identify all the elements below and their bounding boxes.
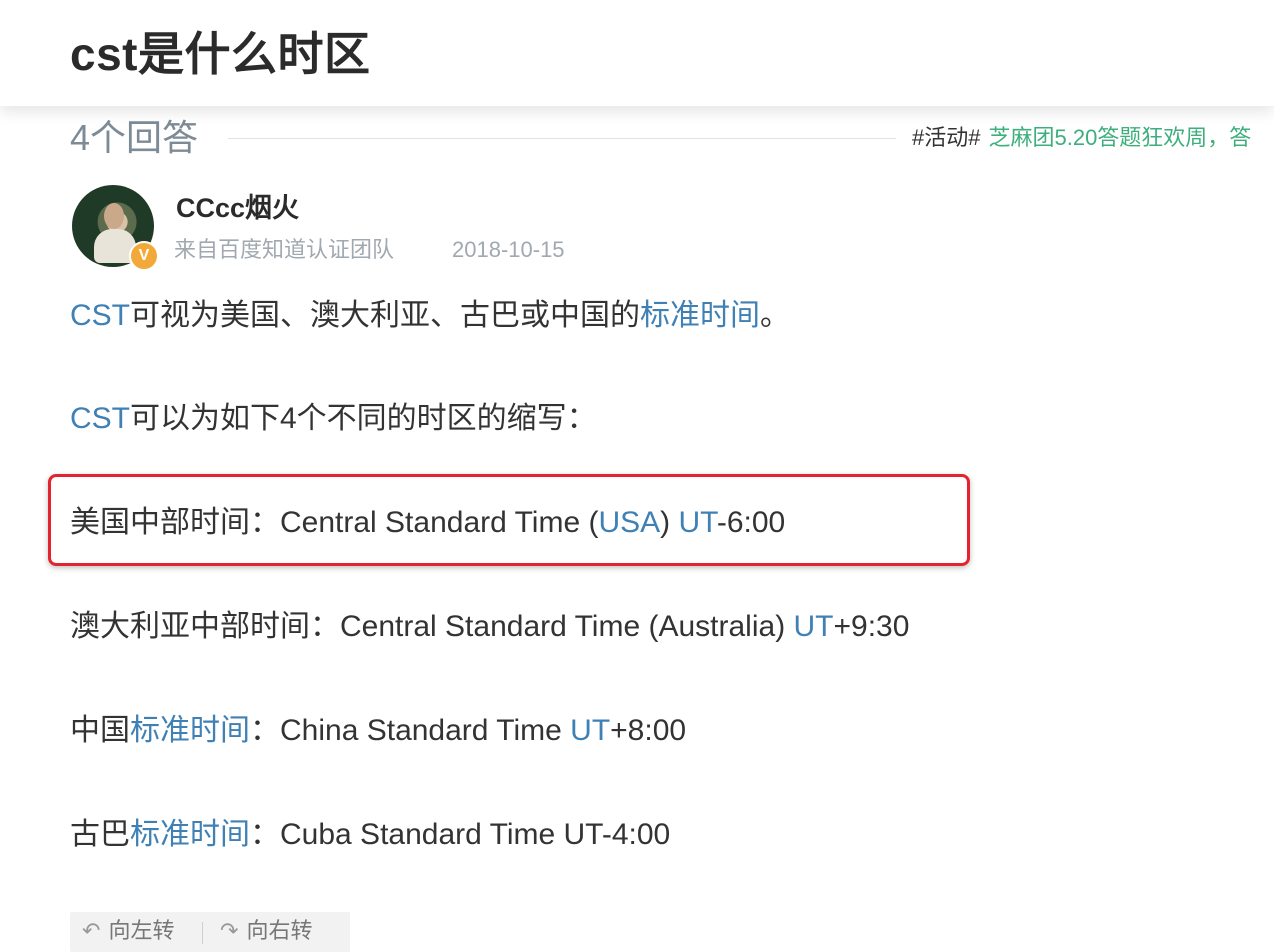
rotate-right-button[interactable]: ↷ 向右转 xyxy=(220,916,312,946)
toolbar-divider xyxy=(202,922,203,944)
answers-count: 4个回答 xyxy=(70,117,199,158)
paragraph-text: ) xyxy=(660,506,679,539)
cst-link[interactable]: CST xyxy=(70,402,130,435)
paragraph-text: 可视为美国、澳大利亚、古巴或中国的 xyxy=(130,299,640,332)
activity-link[interactable]: 芝麻团5.20答题狂欢周，答 xyxy=(988,125,1251,150)
answer-paragraph-1: CST可视为美国、澳大利亚、古巴或中国的标准时间。 xyxy=(70,296,790,336)
answer-paragraph-usa: 美国中部时间：Central Standard Time (USA) UT-6:… xyxy=(70,503,785,543)
paragraph-text: ：China Standard Time xyxy=(250,714,571,747)
page-header: cst是什么时区 xyxy=(0,0,1274,106)
rotate-right-label: 向右转 xyxy=(246,918,313,943)
avatar-face xyxy=(104,203,124,229)
activity-tag: #活动# xyxy=(912,125,981,150)
activity-banner[interactable]: #活动# 芝麻团5.20答题狂欢周，答 xyxy=(912,124,1274,152)
page-title: cst是什么时区 xyxy=(70,28,371,80)
ut-link[interactable]: UT xyxy=(570,714,610,747)
ut-link[interactable]: UT xyxy=(679,506,717,539)
answer-paragraph-2: CST可以为如下4个不同的时区的缩写： xyxy=(70,399,597,439)
standard-time-link[interactable]: 标准时间 xyxy=(130,818,250,851)
author-name[interactable]: CCcc烟火 xyxy=(176,190,299,226)
paragraph-text: 可以为如下4个不同的时区的缩写： xyxy=(130,402,597,435)
rotate-left-button[interactable]: ↶ 向左转 xyxy=(82,916,174,946)
rotate-left-label: 向左转 xyxy=(108,918,175,943)
answer-paragraph-australia: 澳大利亚中部时间：Central Standard Time (Australi… xyxy=(70,607,909,647)
paragraph-text: ：Cuba Standard Time UT-4:00 xyxy=(250,818,671,851)
standard-time-link[interactable]: 标准时间 xyxy=(640,299,760,332)
paragraph-text: -6:00 xyxy=(716,506,786,539)
rotate-left-icon: ↶ xyxy=(82,918,101,943)
usa-link[interactable]: USA xyxy=(598,506,660,539)
answer-paragraph-cuba: 古巴标准时间：Cuba Standard Time UT-4:00 xyxy=(70,815,670,855)
paragraph-text: 澳大利亚中部时间：Central Standard Time (Australi… xyxy=(70,610,794,643)
image-rotate-toolbar: ↶ 向左转 ↷ 向右转 xyxy=(70,912,350,952)
paragraph-text: 古巴 xyxy=(70,818,130,851)
answer-paragraph-china: 中国标准时间：China Standard Time UT+8:00 xyxy=(70,711,686,751)
standard-time-link[interactable]: 标准时间 xyxy=(130,714,250,747)
verified-badge-icon: V xyxy=(129,241,159,271)
divider xyxy=(228,138,896,139)
ut-link[interactable]: UT xyxy=(794,610,834,643)
paragraph-text: +8:00 xyxy=(610,714,687,747)
author-source: 来自百度知道认证团队 xyxy=(174,237,395,262)
paragraph-text: +9:30 xyxy=(833,610,910,643)
paragraph-text: 美国中部时间：Central Standard Time ( xyxy=(70,506,599,539)
paragraph-text: 中国 xyxy=(70,714,130,747)
paragraph-text: 。 xyxy=(760,299,790,332)
answer-date: 2018-10-15 xyxy=(452,237,565,262)
avatar[interactable]: V xyxy=(72,185,159,271)
answers-header: 4个回答 #活动# 芝麻团5.20答题狂欢周，答 xyxy=(70,112,1274,164)
rotate-right-icon: ↷ xyxy=(220,918,239,943)
cst-link[interactable]: CST xyxy=(70,299,130,332)
